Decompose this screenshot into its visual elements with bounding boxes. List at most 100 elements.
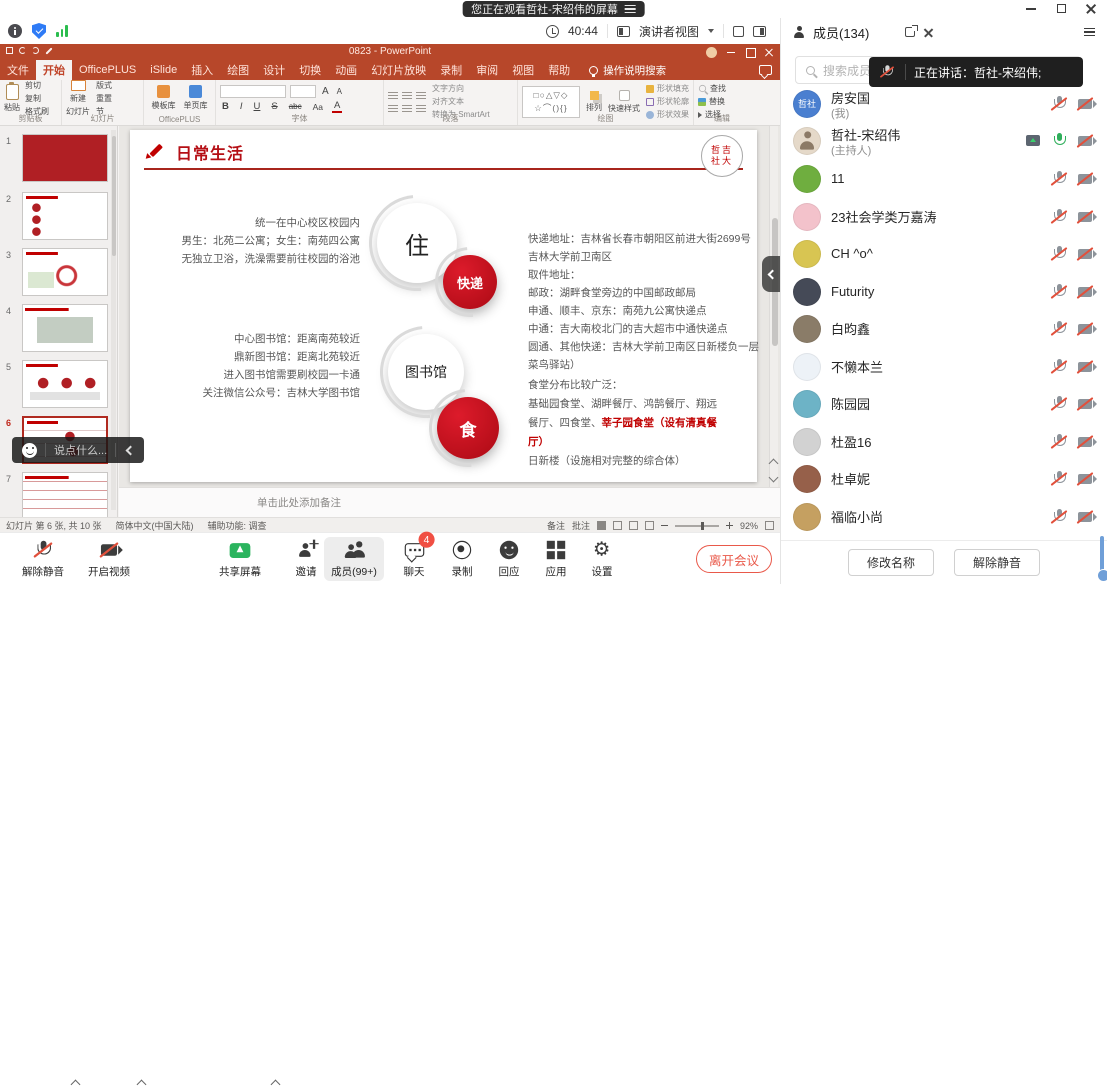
tab-islide[interactable]: iSlide [143,60,184,80]
side-panel-icon[interactable] [753,26,766,37]
notes-toggle[interactable]: 备注 [547,519,565,532]
member-row[interactable]: 23社会学类万嘉涛 [781,198,1107,235]
housing-text-block[interactable]: 统一在中心校区校园内 男生：北苑二公寓；女生：南苑四公寓 无独立卫浴，洗澡需要前… [150,214,360,268]
panel-scrollbar[interactable] [1100,536,1104,576]
member-row[interactable]: 杜盈16 [781,423,1107,460]
toolbar-start-video[interactable]: 开启视频 [84,539,134,579]
slide-thumbnail-2[interactable] [22,192,108,240]
fit-to-window-icon[interactable] [765,521,774,530]
numbering-icon[interactable] [402,92,412,101]
template-library-button[interactable]: 模板库 [152,85,176,111]
normal-view-icon[interactable] [597,521,606,530]
tab-help[interactable]: 帮助 [541,60,577,80]
video-options-chevron[interactable] [137,1080,147,1089]
tab-design[interactable]: 设计 [256,60,292,80]
meeting-info-icon[interactable] [8,24,22,38]
tab-slideshow[interactable]: 幻灯片放映 [364,60,433,80]
change-case-button[interactable]: Aa [311,102,325,112]
italic-button[interactable]: I [238,101,245,112]
reaction-input-bar[interactable]: 说点什么... [12,437,144,463]
next-slide-button[interactable] [770,468,777,486]
view-mode-caret[interactable] [708,29,714,33]
tab-home[interactable]: 开始 [36,60,72,80]
circle-express[interactable]: 快递 [443,255,497,309]
accessibility-status[interactable]: 辅助功能: 调查 [208,519,267,532]
security-shield-icon[interactable] [32,23,46,39]
member-row[interactable]: 哲社 房安国(我) [781,85,1107,122]
smiley-icon[interactable] [22,443,37,458]
tab-record[interactable]: 录制 [433,60,469,80]
member-row[interactable]: 不懒本兰 [781,348,1107,385]
underline-button[interactable]: U [252,101,263,112]
shadow-button[interactable]: S [269,101,279,112]
member-row[interactable]: 白昀鑫 [781,310,1107,347]
circle-food[interactable]: 食 [437,397,499,459]
ppt-restore-button[interactable] [745,47,755,57]
ppt-minimize-button[interactable] [726,47,736,57]
language-status[interactable]: 简体中文(中国大陆) [116,519,194,532]
popout-panel-icon[interactable] [905,27,915,37]
slide-thumbnail-7[interactable] [22,472,108,517]
collapse-reaction-icon[interactable] [126,445,136,455]
arrange-button[interactable]: 排列 [586,91,602,113]
tab-file[interactable]: 文件 [0,60,36,80]
tab-animations[interactable]: 动画 [328,60,364,80]
slide-sorter-view-icon[interactable] [613,521,622,530]
comments-toggle[interactable]: 批注 [572,519,590,532]
font-color-button[interactable]: A [332,100,342,113]
toolbar-share-screen[interactable]: 共享屏幕 [212,539,268,579]
notes-pane[interactable]: 单击此处添加备注 [119,487,780,517]
font-size-box[interactable] [290,85,316,98]
toolbar-invite[interactable]: 邀请 [284,539,328,579]
tab-officeplus[interactable]: OfficePLUS [72,60,143,80]
slide-thumbnail-4[interactable] [22,304,108,352]
library-text-block[interactable]: 中心图书馆：距离南苑较近 鼎新图书馆：距离北苑较近 进入图书馆需要刷校园一卡通 … [180,330,360,402]
banner-menu-icon[interactable] [625,5,636,13]
strikethrough-button[interactable]: abc [287,102,304,111]
member-row[interactable]: 杜卓妮 [781,460,1107,497]
shape-fill-button[interactable]: 形状填充 [657,83,689,94]
fullscreen-icon[interactable] [733,26,744,37]
panel-collapse-tab[interactable] [762,256,780,292]
new-slide-button[interactable]: 新建 幻灯片 [66,80,90,117]
bold-button[interactable]: B [220,101,231,112]
member-row[interactable]: 11 [781,160,1107,197]
align-text-button[interactable]: 对齐文本 [432,96,464,107]
tell-me-search[interactable]: 操作说明搜索 [589,60,666,80]
close-panel-icon[interactable] [923,27,934,38]
tab-review[interactable]: 审阅 [469,60,505,80]
rename-button[interactable]: 修改名称 [848,549,934,576]
cut-button[interactable]: 剪切 [25,80,41,91]
slide-canvas[interactable]: 日常生活 哲吉 社大 统一在中心校区校园内 男生：北苑二公寓；女生：南苑四公寓 … [130,130,757,482]
toolbar-unmute[interactable]: 解除静音 [18,539,68,579]
shrink-font-button[interactable]: A [335,87,344,96]
member-row[interactable]: 福临小尚 [781,498,1107,535]
font-name-box[interactable] [220,85,286,98]
tab-transitions[interactable]: 切换 [292,60,328,80]
leave-meeting-button[interactable]: 离开会议 [696,545,772,573]
restore-button[interactable] [1055,2,1067,14]
slide-thumbnail-1[interactable] [22,134,108,182]
grow-font-button[interactable]: A [320,86,331,97]
page-library-button[interactable]: 单页库 [184,85,208,111]
toolbar-chat[interactable]: 4 聊天 [392,539,436,579]
share-options-chevron[interactable] [271,1080,281,1089]
layout-button[interactable]: 版式 [96,80,112,91]
comments-bubble-icon[interactable] [759,65,772,75]
mic-options-chevron[interactable] [71,1080,81,1089]
slide-title[interactable]: 日常生活 [176,140,244,164]
member-row[interactable]: 陈园园 [781,385,1107,422]
paste-button[interactable]: 粘贴 [4,84,20,113]
copy-button[interactable]: 复制 [25,93,41,104]
tab-draw[interactable]: 绘图 [220,60,256,80]
zoom-out-button[interactable] [661,525,668,527]
panel-unmute-button[interactable]: 解除静音 [954,549,1040,576]
member-row-host[interactable]: 哲社-宋绍伟(主持人) [781,122,1107,159]
toolbar-reactions[interactable]: 回应 [487,539,531,579]
slideshow-view-icon[interactable] [645,521,654,530]
view-mode-label[interactable]: 演讲者视图 [639,23,699,40]
member-row[interactable]: CH ^o^ [781,235,1107,272]
toolbar-apps[interactable]: 应用 [534,539,578,579]
panel-menu-icon[interactable] [1084,28,1095,36]
close-button[interactable] [1085,2,1097,14]
